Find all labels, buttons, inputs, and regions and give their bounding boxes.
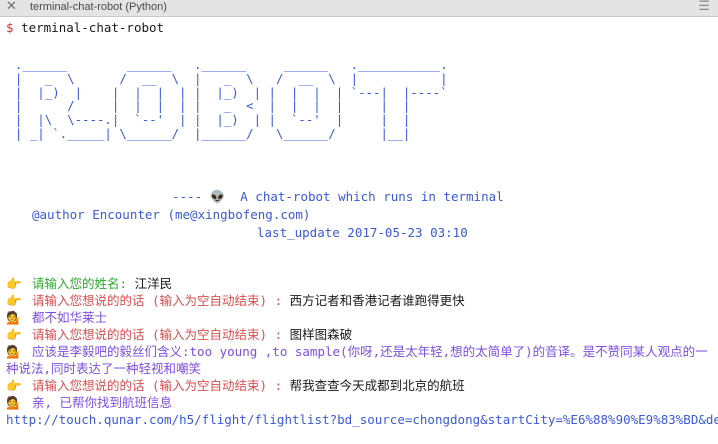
command-line: $ terminal-chat-robot — [6, 20, 164, 35]
person-tipping-hand-icon: 💁 — [6, 310, 22, 325]
prompt-symbol: $ — [6, 20, 14, 35]
close-icon[interactable]: ✕ — [6, 0, 17, 14]
robot-banner-art: .______ ______ .______ ______ ._________… — [14, 57, 448, 141]
pointing-hand-icon: 👉 — [6, 276, 22, 291]
pointing-hand-icon: 👉 — [6, 293, 22, 308]
prompt-label: 请输入您想说的的话 (输入为空自动结束) : — [32, 293, 283, 308]
prompt-label: 请输入您的姓名: — [32, 276, 128, 291]
chat-line-reply: 💁 亲, 已帮你找到航班信息 — [6, 394, 718, 411]
command-text: terminal-chat-robot — [21, 20, 165, 35]
flight-link[interactable]: http://touch.qunar.com/h5/flight/flightl… — [6, 412, 718, 427]
chat-line-user: 👉 请输入您想说的的话 (输入为空自动结束) : 帮我查查今天成都到北京的航班 — [6, 377, 718, 394]
user-input: 江洋民 — [134, 276, 173, 291]
last-update: last_update 2017-05-23 03:10 — [257, 225, 468, 240]
chat-line-user: 👉 请输入您想说的的话 (输入为空自动结束) : 西方记者和香港记者谁跑得更快 — [6, 292, 718, 309]
chat-line-name-prompt: 👉 请输入您的姓名: 江洋民 — [6, 275, 718, 292]
robot-reply: 应该是李毅吧的毅丝们含义:too young ,to sample(你呀,还是太… — [6, 344, 708, 376]
robot-reply: 都不如华莱士 — [32, 310, 108, 325]
chat-line-user: 👉 请输入您想说的的话 (输入为空自动结束) : 图样图森破 — [6, 326, 718, 343]
person-tipping-hand-icon: 💁 — [6, 344, 22, 359]
author-line: @author Encounter (me@xingbofeng.com) — [32, 207, 311, 222]
pointing-hand-icon: 👉 — [6, 378, 22, 393]
user-input: 图样图森破 — [289, 327, 353, 342]
prompt-label: 请输入您想说的的话 (输入为空自动结束) : — [32, 327, 283, 342]
user-input: 帮我查查今天成都到北京的航班 — [289, 378, 465, 393]
chat-line-reply: 💁 应该是李毅吧的毅丝们含义:too young ,to sample(你呀,还是… — [6, 343, 718, 377]
chat-line-reply: 💁 都不如华莱士 — [6, 309, 718, 326]
person-tipping-hand-icon: 💁 — [6, 395, 22, 410]
prompt-label: 请输入您想说的的话 (输入为空自动结束) : — [32, 378, 283, 393]
window-titlebar: ✕ terminal-chat-robot (Python) ☰ — [0, 0, 718, 17]
terminal-panel[interactable]: $ terminal-chat-robot .______ ______ .__… — [0, 16, 718, 444]
robot-reply: 亲, 已帮你找到航班信息 — [32, 395, 173, 410]
tagline: ---- 👽 A chat-robot which runs in termin… — [172, 189, 504, 204]
window-title: terminal-chat-robot (Python) — [30, 1, 167, 13]
menu-icon[interactable]: ☰ — [698, 0, 710, 14]
user-input: 西方记者和香港记者谁跑得更快 — [289, 293, 465, 308]
pointing-hand-icon: 👉 — [6, 327, 22, 342]
